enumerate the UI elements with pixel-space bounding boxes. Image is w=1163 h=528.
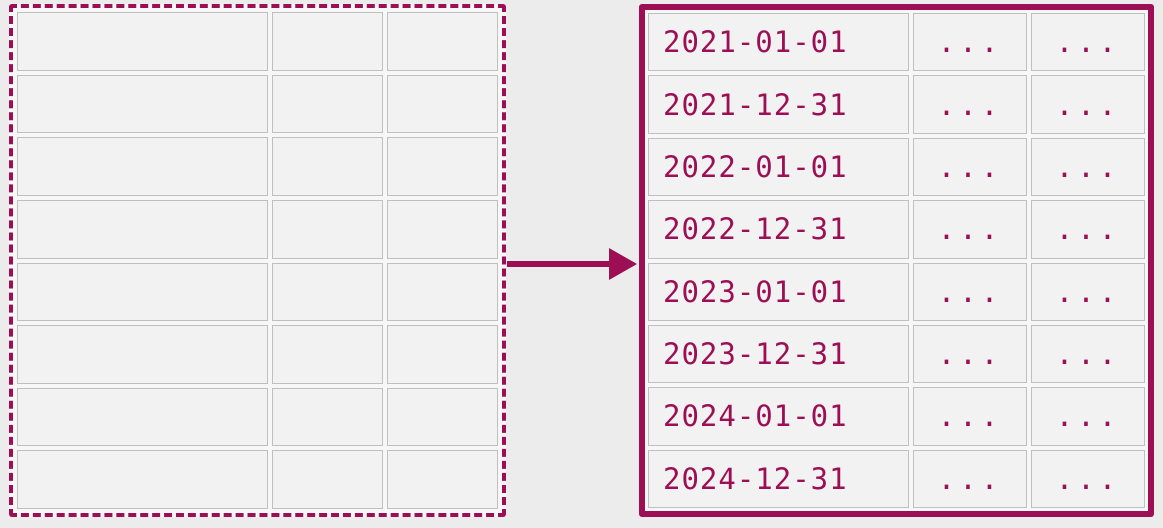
- value-cell: ...: [913, 263, 1027, 321]
- value-cell: ...: [913, 450, 1027, 508]
- arrow-head: [609, 248, 637, 280]
- value-cell: ...: [913, 138, 1027, 196]
- table-cell: [17, 263, 268, 322]
- value-cell: ...: [1031, 200, 1145, 258]
- table-cell: [17, 75, 268, 134]
- value-cell: ...: [913, 387, 1027, 445]
- result-table-grid: 2021-01-01 ... ... 2021-12-31 ... ... 20…: [648, 13, 1145, 508]
- date-cell: 2023-01-01: [648, 263, 909, 321]
- value-cell: ...: [1031, 138, 1145, 196]
- value-cell: ...: [1031, 450, 1145, 508]
- table-cell: [17, 137, 268, 196]
- result-table: 2021-01-01 ... ... 2021-12-31 ... ... 20…: [639, 4, 1154, 517]
- table-cell: [387, 450, 498, 509]
- date-cell: 2024-01-01: [648, 387, 909, 445]
- arrow-line: [507, 261, 619, 267]
- table-cell: [272, 200, 383, 259]
- value-cell: ...: [913, 75, 1027, 133]
- table-cell: [387, 12, 498, 71]
- table-cell: [387, 200, 498, 259]
- table-cell: [387, 263, 498, 322]
- date-cell: 2021-12-31: [648, 75, 909, 133]
- table-cell: [272, 75, 383, 134]
- table-cell: [272, 263, 383, 322]
- source-table: [9, 4, 506, 517]
- table-cell: [272, 12, 383, 71]
- date-cell: 2021-01-01: [648, 13, 909, 71]
- value-cell: ...: [913, 13, 1027, 71]
- date-cell: 2022-12-31: [648, 200, 909, 258]
- table-cell: [272, 388, 383, 447]
- arrow-icon: [507, 246, 639, 282]
- table-cell: [17, 450, 268, 509]
- source-table-grid: [17, 12, 498, 509]
- table-cell: [272, 325, 383, 384]
- date-cell: 2022-01-01: [648, 138, 909, 196]
- table-cell: [387, 75, 498, 134]
- value-cell: ...: [1031, 13, 1145, 71]
- table-cell: [17, 200, 268, 259]
- value-cell: ...: [1031, 263, 1145, 321]
- table-cell: [387, 325, 498, 384]
- date-cell: 2023-12-31: [648, 325, 909, 383]
- table-cell: [387, 137, 498, 196]
- value-cell: ...: [913, 200, 1027, 258]
- value-cell: ...: [1031, 75, 1145, 133]
- diagram-stage: 2021-01-01 ... ... 2021-12-31 ... ... 20…: [0, 0, 1163, 528]
- table-cell: [272, 137, 383, 196]
- table-cell: [387, 388, 498, 447]
- table-cell: [272, 450, 383, 509]
- value-cell: ...: [1031, 387, 1145, 445]
- table-cell: [17, 388, 268, 447]
- value-cell: ...: [1031, 325, 1145, 383]
- value-cell: ...: [913, 325, 1027, 383]
- table-cell: [17, 12, 268, 71]
- table-cell: [17, 325, 268, 384]
- date-cell: 2024-12-31: [648, 450, 909, 508]
